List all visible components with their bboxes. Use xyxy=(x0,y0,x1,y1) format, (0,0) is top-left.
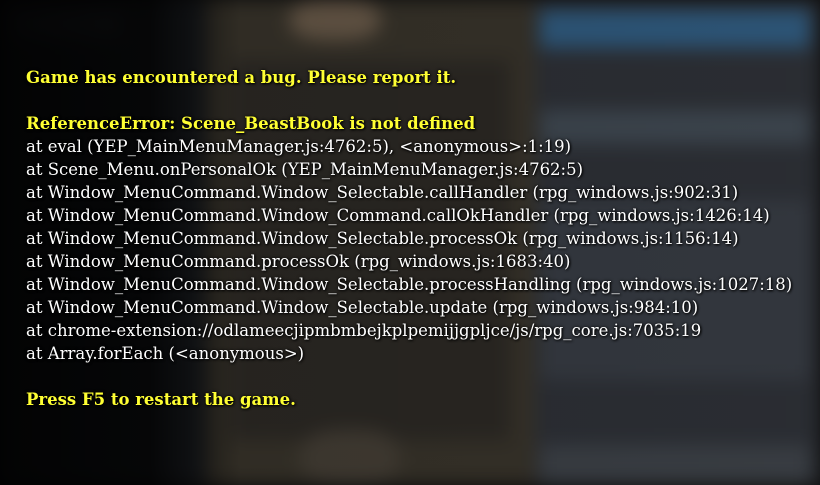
error-header: Game has encountered a bug. Please repor… xyxy=(26,68,457,87)
stack-line: at Window_MenuCommand.Window_Selectable.… xyxy=(26,183,739,202)
stack-line: at Window_MenuCommand.Window_Command.cal… xyxy=(26,206,770,225)
stack-line: at Window_MenuCommand.Window_Selectable.… xyxy=(26,275,793,294)
error-report: Game has encountered a bug. Please repor… xyxy=(26,66,816,411)
restart-hint: Press F5 to restart the game. xyxy=(26,390,296,409)
game-screen: Game has encountered a bug. Please repor… xyxy=(0,0,820,485)
stack-line: at Window_MenuCommand.Window_Selectable.… xyxy=(26,298,699,317)
stack-line: at chrome-extension://odlameecjipmbmbejk… xyxy=(26,321,702,340)
stack-line: at Window_MenuCommand.Window_Selectable.… xyxy=(26,229,739,248)
stack-line: at Array.forEach (<anonymous>) xyxy=(26,344,305,363)
error-message: ReferenceError: Scene_BeastBook is not d… xyxy=(26,114,476,133)
stack-line: at Window_MenuCommand.processOk (rpg_win… xyxy=(26,252,571,271)
stack-line: at Scene_Menu.onPersonalOk (YEP_MainMenu… xyxy=(26,160,584,179)
stack-line: at eval (YEP_MainMenuManager.js:4762:5),… xyxy=(26,137,572,156)
